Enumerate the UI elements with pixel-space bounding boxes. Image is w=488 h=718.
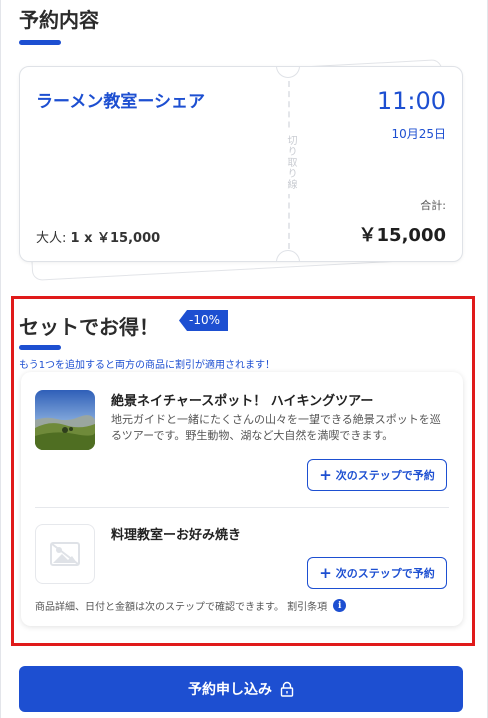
ticket-notch-top (276, 67, 300, 78)
offer-note-text: 商品詳細、日付と金額は次のステップで確認できます。 割引条項 (35, 602, 328, 613)
title-underline (19, 40, 61, 45)
submit-reservation-button[interactable]: 予約申し込み (19, 666, 463, 712)
ticket-time: 11:00 (376, 87, 446, 115)
offer-subtitle: もう1つを追加すると両方の商品に割引が適用されます！ (19, 360, 276, 371)
booking-page: 予約内容 切り取り線 ラーメン教室ーシェア 11:00 10月25日 大人: 1… (0, 0, 488, 718)
product-title-hiking[interactable]: 絶景ネイチャースポット！ ハイキングツアー (111, 390, 373, 409)
info-icon[interactable]: i (333, 599, 347, 612)
total-label: 合計: (420, 199, 446, 212)
image-placeholder-icon (50, 542, 80, 566)
card-divider (35, 507, 449, 508)
tear-line-label: 切り取り線 (278, 131, 298, 194)
ticket-product-name: ラーメン教室ーシェア (36, 92, 205, 112)
offer-card: 絶景ネイチャースポット！ ハイキングツアー 地元ガイドと一緒にたくさんの山々を一… (21, 372, 463, 626)
lock-icon (280, 681, 294, 697)
offer-title: セットでお得！ (19, 315, 159, 339)
quantity-label: 大人: (36, 231, 67, 246)
book-next-step-button-hiking[interactable]: + 次のステップで予約 (307, 459, 447, 491)
ticket-quantity: 大人: 1 x ￥15,000 (36, 227, 160, 246)
plus-icon: + (319, 465, 332, 484)
reservation-title: 予約内容 (19, 8, 99, 32)
offer-note: 商品詳細、日付と金額は次のステップで確認できます。 割引条項 i (35, 598, 347, 613)
landscape-photo-icon (35, 390, 95, 450)
submit-button-label: 予約申し込み (188, 682, 272, 698)
product-description-hiking: 地元ガイドと一緒にたくさんの山々を一望できる絶景スポットを巡るツアーです。野生動… (111, 413, 441, 442)
reservation-ticket: 切り取り線 ラーメン教室ーシェア 11:00 10月25日 大人: 1 x ￥1… (19, 66, 463, 262)
quantity-value: 1 x ￥15,000 (70, 231, 161, 246)
total-price: ￥15,000 (358, 225, 446, 246)
hiking-tour-image[interactable] (35, 390, 95, 450)
plus-icon: + (319, 563, 332, 582)
offer-underline (19, 345, 61, 350)
book-button-label: 次のステップで予約 (335, 469, 435, 482)
cooking-class-image[interactable] (35, 524, 95, 584)
product-title-cooking[interactable]: 料理教室ーお好み焼き (111, 524, 241, 543)
book-button-label: 次のステップで予約 (335, 567, 435, 580)
ticket-date: 10月25日 (391, 127, 446, 141)
book-next-step-button-cooking[interactable]: + 次のステップで予約 (307, 557, 447, 589)
discount-badge: -10% (179, 310, 229, 331)
